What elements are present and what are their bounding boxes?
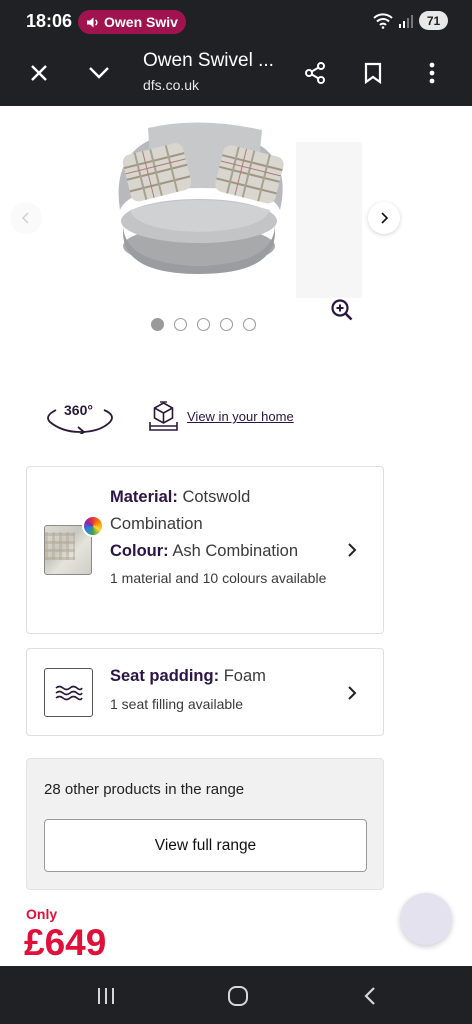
product-price: £649: [24, 922, 107, 963]
gallery-dot[interactable]: [243, 318, 256, 331]
colour-wheel-icon: [82, 515, 104, 537]
tab-title: Owen Swivel ...: [143, 50, 274, 71]
material-colour-card[interactable]: Material: Cotswold Combination Colour: A…: [26, 466, 384, 634]
range-card: 28 other products in the range View full…: [26, 758, 384, 890]
ar-cube-icon: [149, 401, 178, 431]
recents-icon[interactable]: [92, 982, 120, 1010]
product-gallery[interactable]: [0, 106, 472, 346]
view-in-home-link[interactable]: View in your home: [187, 409, 294, 424]
chevron-down-icon[interactable]: [82, 56, 116, 90]
gallery-dot[interactable]: [174, 318, 187, 331]
back-icon[interactable]: [356, 982, 384, 1010]
close-icon[interactable]: [22, 56, 56, 90]
range-count-text: 28 other products in the range: [44, 781, 245, 798]
colour-label: Colour:: [110, 542, 169, 560]
seat-padding-card[interactable]: Seat padding: Foam 1 seat filling availa…: [26, 648, 384, 736]
material-details: Material: Cotswold Combination Colour: A…: [110, 484, 340, 592]
more-vert-icon[interactable]: [415, 56, 449, 90]
chevron-left-icon: [22, 212, 29, 224]
wifi-icon: [373, 12, 393, 29]
view-360-label: 360°: [64, 402, 93, 418]
system-navigation-bar: [0, 966, 472, 1024]
gallery-pagination: [151, 318, 256, 331]
gallery-prev-button[interactable]: [10, 202, 42, 234]
floating-action-button[interactable]: [400, 893, 452, 945]
home-icon[interactable]: [224, 982, 252, 1010]
zoom-button[interactable]: [328, 296, 356, 324]
bookmark-icon[interactable]: [356, 56, 390, 90]
browser-top-bar: 18:06 Owen Swiv 71 Owen Swivel ... dfs.c…: [0, 0, 472, 106]
seat-padding-label: Seat padding:: [110, 667, 220, 685]
speaker-icon: [87, 17, 98, 27]
seat-padding-title: Seat padding: Foam: [110, 667, 266, 686]
colour-value: Ash Combination: [172, 542, 298, 560]
gallery-next-button[interactable]: [368, 202, 400, 234]
media-chip[interactable]: Owen Swiv: [78, 10, 186, 34]
chevron-right-icon: [348, 543, 357, 557]
media-chip-label: Owen Swiv: [104, 14, 178, 30]
material-label: Material:: [110, 488, 178, 506]
share-icon[interactable]: [298, 56, 332, 90]
price-prefix: Only: [26, 906, 58, 922]
battery-icon: 71: [419, 11, 448, 30]
status-time: 18:06: [26, 11, 73, 31]
product-image: [118, 122, 362, 298]
view-full-range-button[interactable]: View full range: [44, 819, 367, 872]
signal-icon: [399, 14, 413, 28]
view-in-home-button[interactable]: View in your home: [148, 400, 294, 433]
status-icons: 71: [373, 11, 448, 30]
foam-padding-icon: [44, 668, 93, 717]
tab-url: dfs.co.uk: [143, 77, 200, 93]
gallery-dot[interactable]: [197, 318, 210, 331]
chevron-right-icon: [381, 212, 388, 224]
gallery-dot[interactable]: [220, 318, 233, 331]
view-360-button[interactable]: 360°: [44, 400, 116, 434]
gallery-dot[interactable]: [151, 318, 164, 331]
status-bar: 18:06 Owen Swiv 71: [0, 0, 472, 42]
chevron-right-icon: [348, 686, 357, 700]
material-availability: 1 material and 10 colours available: [110, 570, 327, 586]
seat-padding-value: Foam: [223, 667, 266, 685]
browser-toolbar: Owen Swivel ... dfs.co.uk: [0, 42, 472, 106]
seat-filling-count: 1 seat filling available: [110, 696, 244, 712]
zoom-in-icon: [331, 299, 353, 321]
